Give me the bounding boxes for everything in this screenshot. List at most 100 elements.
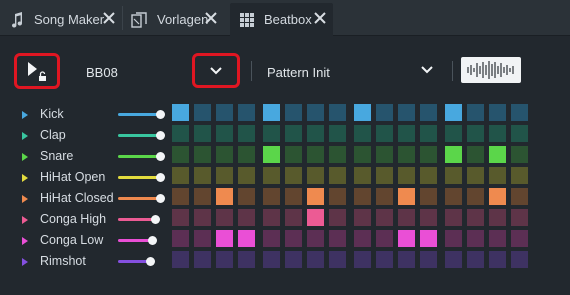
- step-cell-active[interactable]: [445, 146, 462, 163]
- step-cell[interactable]: [354, 188, 371, 205]
- step-cell[interactable]: [420, 104, 437, 121]
- step-cell[interactable]: [307, 104, 324, 121]
- step-cell[interactable]: [307, 167, 324, 184]
- step-cell[interactable]: [489, 230, 506, 247]
- step-cell[interactable]: [511, 209, 528, 226]
- step-cell[interactable]: [511, 167, 528, 184]
- step-cell[interactable]: [216, 146, 233, 163]
- step-cell[interactable]: [489, 104, 506, 121]
- step-cell[interactable]: [398, 104, 415, 121]
- tab-song-maker[interactable]: Song Maker: [0, 3, 122, 36]
- step-cell[interactable]: [238, 146, 255, 163]
- step-cell[interactable]: [467, 188, 484, 205]
- volume-slider-handle[interactable]: [151, 215, 160, 224]
- step-cell[interactable]: [354, 146, 371, 163]
- step-cell[interactable]: [263, 167, 280, 184]
- step-cell[interactable]: [285, 188, 302, 205]
- step-cell[interactable]: [216, 167, 233, 184]
- step-cell-active[interactable]: [263, 104, 280, 121]
- step-cell[interactable]: [467, 209, 484, 226]
- step-cell[interactable]: [445, 188, 462, 205]
- step-cell[interactable]: [511, 188, 528, 205]
- step-cell[interactable]: [238, 125, 255, 142]
- step-cell[interactable]: [420, 146, 437, 163]
- step-cell-active[interactable]: [216, 230, 233, 247]
- step-cell[interactable]: [354, 251, 371, 268]
- step-cell[interactable]: [376, 125, 393, 142]
- step-cell[interactable]: [420, 188, 437, 205]
- step-cell[interactable]: [194, 251, 211, 268]
- volume-slider-handle[interactable]: [146, 257, 155, 266]
- step-cell[interactable]: [354, 209, 371, 226]
- step-cell[interactable]: [238, 104, 255, 121]
- tab-beatbox[interactable]: Beatbox: [230, 3, 333, 36]
- step-cell[interactable]: [172, 146, 189, 163]
- step-cell[interactable]: [307, 125, 324, 142]
- step-cell[interactable]: [489, 209, 506, 226]
- volume-slider[interactable]: [118, 239, 152, 242]
- preset-dropdown-button[interactable]: [417, 60, 437, 80]
- step-cell[interactable]: [194, 146, 211, 163]
- step-cell[interactable]: [467, 251, 484, 268]
- volume-slider[interactable]: [118, 176, 160, 179]
- step-cell[interactable]: [172, 251, 189, 268]
- step-cell[interactable]: [445, 167, 462, 184]
- step-cell[interactable]: [511, 230, 528, 247]
- step-cell[interactable]: [329, 125, 346, 142]
- expand-arrow-icon[interactable]: [22, 153, 28, 161]
- step-cell[interactable]: [467, 146, 484, 163]
- step-cell[interactable]: [172, 125, 189, 142]
- tab-vorlagen[interactable]: Vorlagen: [123, 3, 224, 36]
- step-cell[interactable]: [307, 230, 324, 247]
- step-cell[interactable]: [467, 104, 484, 121]
- step-cell[interactable]: [307, 251, 324, 268]
- step-cell[interactable]: [329, 251, 346, 268]
- step-cell[interactable]: [376, 104, 393, 121]
- step-cell[interactable]: [194, 104, 211, 121]
- step-cell[interactable]: [420, 125, 437, 142]
- step-cell[interactable]: [445, 251, 462, 268]
- step-cell[interactable]: [376, 146, 393, 163]
- step-cell[interactable]: [216, 104, 233, 121]
- step-cell[interactable]: [216, 125, 233, 142]
- step-cell[interactable]: [194, 188, 211, 205]
- step-cell[interactable]: [285, 209, 302, 226]
- step-cell[interactable]: [467, 230, 484, 247]
- step-cell[interactable]: [216, 209, 233, 226]
- volume-slider[interactable]: [118, 197, 160, 200]
- step-cell[interactable]: [285, 104, 302, 121]
- step-cell[interactable]: [172, 209, 189, 226]
- volume-slider-handle[interactable]: [156, 194, 165, 203]
- expand-arrow-icon[interactable]: [22, 216, 28, 224]
- volume-slider-handle[interactable]: [156, 173, 165, 182]
- step-cell[interactable]: [354, 167, 371, 184]
- step-cell[interactable]: [194, 125, 211, 142]
- step-cell[interactable]: [445, 230, 462, 247]
- step-cell[interactable]: [285, 167, 302, 184]
- step-cell[interactable]: [398, 251, 415, 268]
- volume-slider[interactable]: [118, 113, 160, 116]
- step-cell[interactable]: [420, 167, 437, 184]
- step-cell[interactable]: [172, 167, 189, 184]
- step-cell[interactable]: [285, 146, 302, 163]
- step-cell[interactable]: [263, 209, 280, 226]
- volume-slider[interactable]: [118, 218, 155, 221]
- step-cell-active[interactable]: [420, 230, 437, 247]
- step-cell[interactable]: [307, 146, 324, 163]
- step-cell[interactable]: [263, 230, 280, 247]
- step-cell[interactable]: [285, 125, 302, 142]
- close-icon[interactable]: [102, 11, 116, 25]
- expand-arrow-icon[interactable]: [22, 237, 28, 245]
- preset-name[interactable]: Pattern Init: [267, 65, 330, 80]
- step-cell[interactable]: [398, 146, 415, 163]
- step-cell[interactable]: [329, 188, 346, 205]
- step-cell[interactable]: [354, 230, 371, 247]
- step-cell[interactable]: [238, 188, 255, 205]
- step-cell[interactable]: [467, 125, 484, 142]
- volume-slider-handle[interactable]: [148, 236, 157, 245]
- pattern-dropdown-button[interactable]: [192, 53, 240, 88]
- close-icon[interactable]: [204, 11, 218, 25]
- step-cell[interactable]: [329, 146, 346, 163]
- waveform-button[interactable]: [461, 57, 521, 83]
- step-cell-active[interactable]: [354, 104, 371, 121]
